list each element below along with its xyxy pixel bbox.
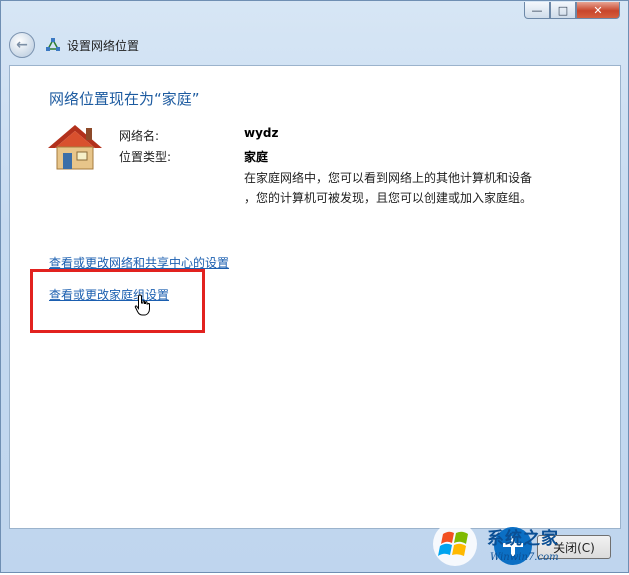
back-arrow-icon: ← (16, 37, 28, 53)
network-name-value: wydz (244, 126, 279, 140)
description-line-1: 在家庭网络中，您可以看到网络上的其他计算机和设备 (244, 171, 533, 185)
watermark-text: 系统之家 (487, 529, 559, 549)
description-line-2: ，您的计算机可被发现，且您可以创建或加入家庭组。 (244, 191, 533, 205)
home-network-icon (46, 122, 104, 172)
maximize-button[interactable]: □ (550, 2, 576, 19)
watermark-url: Winwin7.com (490, 552, 559, 563)
minimize-button[interactable]: — (524, 2, 550, 19)
title-bar: — □ ✕ (1, 1, 628, 27)
location-type-label: 位置类型: (119, 150, 172, 164)
network-name-label: 网络名: (119, 129, 160, 143)
window-controls: — □ ✕ (524, 2, 620, 19)
location-description: 在家庭网络中，您可以看到网络上的其他计算机和设备 ，您的计算机可被发现，且您可以… (244, 168, 604, 208)
back-button[interactable]: ← (9, 32, 35, 58)
close-window-button[interactable]: ✕ (576, 2, 620, 19)
content-panel: 网络位置现在为“家庭” 网络名: wydz 位置类型: 家庭 在家庭网络中，您可… (9, 65, 621, 529)
navigation-bar: ← 设置网络位置 (9, 29, 621, 61)
hand-cursor-icon (134, 294, 152, 316)
page-title: 设置网络位置 (67, 38, 140, 53)
location-type-value: 家庭 (244, 150, 269, 164)
location-heading: 网络位置现在为“家庭” (49, 90, 200, 108)
highlight-box (30, 269, 205, 333)
window-frame: — □ ✕ ← 设置网络位置 网络位置现在为“家庭” 网络名: wydz 位置类… (0, 0, 629, 573)
network-icon (45, 37, 61, 53)
